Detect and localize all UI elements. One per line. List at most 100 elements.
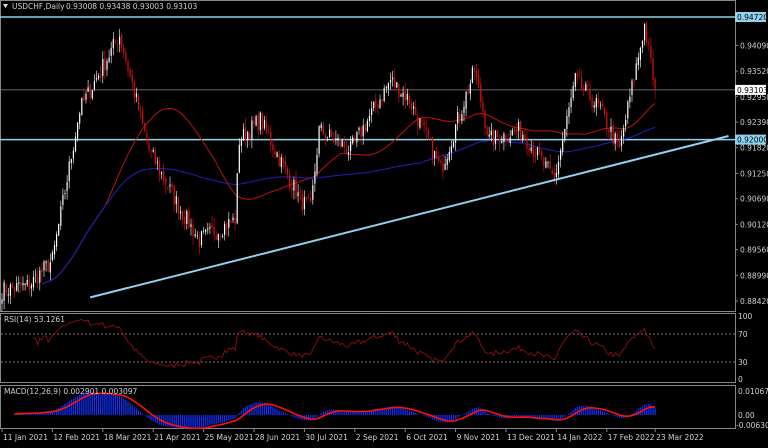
rsi-tick-0: 0 bbox=[738, 375, 743, 384]
candle-body bbox=[545, 161, 546, 167]
candle-body bbox=[46, 261, 47, 263]
candle-body bbox=[405, 91, 406, 101]
candle-body bbox=[321, 125, 322, 128]
candle-body bbox=[623, 129, 624, 137]
rsi-label: RSI(14) 53.1261 bbox=[4, 315, 65, 324]
candle-body bbox=[571, 98, 572, 107]
candle-body bbox=[579, 76, 580, 77]
candle-body bbox=[12, 284, 13, 288]
ohlc-readout: 0.93008 0.93438 0.93003 0.93103 bbox=[66, 2, 197, 11]
price-tick-label: 0.94090 bbox=[740, 41, 768, 50]
candle-body bbox=[222, 236, 223, 237]
candle-body bbox=[495, 130, 496, 143]
candle-body bbox=[589, 88, 590, 100]
candle-body bbox=[442, 163, 443, 172]
candle-body bbox=[319, 126, 320, 154]
candle-body bbox=[298, 192, 299, 196]
candle-body bbox=[54, 245, 55, 254]
candle-body bbox=[262, 113, 263, 130]
candle-body bbox=[102, 59, 103, 76]
candle-body bbox=[482, 102, 483, 112]
candle-body bbox=[60, 206, 61, 225]
candle-body bbox=[583, 88, 584, 90]
candle-body bbox=[354, 138, 355, 140]
candle-body bbox=[505, 135, 506, 140]
candle-body bbox=[134, 82, 135, 97]
candle-body bbox=[556, 173, 557, 177]
candle-body bbox=[382, 99, 383, 101]
candle-body bbox=[377, 105, 378, 108]
candle-body bbox=[568, 107, 569, 117]
candle-body bbox=[424, 122, 425, 126]
candle-body bbox=[130, 70, 131, 76]
candle-body bbox=[457, 112, 458, 123]
rsi-tick-70: 70 bbox=[738, 330, 748, 339]
candle-body bbox=[184, 217, 185, 224]
candle-body bbox=[640, 48, 641, 60]
macd-label: MACD(12,26,9) 0.002901 0.003097 bbox=[4, 387, 138, 396]
candle-body bbox=[577, 74, 578, 77]
candle-body bbox=[348, 152, 349, 154]
candle-body bbox=[100, 74, 101, 76]
candle-body bbox=[113, 39, 114, 48]
candle-body bbox=[613, 125, 614, 144]
candle-body bbox=[6, 284, 7, 293]
candle-body bbox=[220, 236, 221, 237]
candle-body bbox=[75, 137, 76, 152]
candle-body bbox=[71, 159, 72, 163]
chart-canvas[interactable]: 0.940900.935200.929500.923900.918200.912… bbox=[0, 0, 768, 444]
candle-body bbox=[316, 155, 317, 174]
candle-body bbox=[85, 94, 86, 100]
candle-body bbox=[379, 99, 380, 108]
candle-body bbox=[598, 98, 599, 103]
price-tick-label: 0.93520 bbox=[740, 67, 768, 76]
candle-body bbox=[33, 277, 34, 287]
candle-body bbox=[197, 235, 198, 236]
candle-body bbox=[350, 141, 351, 151]
candle-body bbox=[451, 146, 452, 152]
candle-body bbox=[526, 138, 527, 149]
candle-body bbox=[499, 139, 500, 144]
candle-body bbox=[186, 211, 187, 224]
rsi-tick-100: 100 bbox=[738, 312, 753, 321]
price-tick-label: 0.90690 bbox=[740, 195, 768, 204]
candle-body bbox=[272, 144, 273, 150]
candle-body bbox=[62, 195, 63, 205]
candle-body bbox=[384, 88, 385, 101]
date-tick-label: 2 Sep 2021 bbox=[356, 433, 399, 442]
candle-body bbox=[537, 148, 538, 156]
candle-body bbox=[411, 104, 412, 110]
candle-body bbox=[438, 157, 439, 161]
candle-body bbox=[497, 131, 498, 137]
candle-body bbox=[560, 150, 561, 159]
candle-body bbox=[203, 231, 204, 232]
candle-body bbox=[138, 95, 139, 110]
candle-body bbox=[237, 173, 238, 223]
candle-body bbox=[407, 94, 408, 100]
candle-body bbox=[489, 135, 490, 137]
candle-body bbox=[575, 73, 576, 87]
candle-body bbox=[218, 234, 219, 240]
candle-body bbox=[352, 137, 353, 143]
candle-body bbox=[119, 37, 120, 45]
candle-body bbox=[356, 132, 357, 142]
candle-body bbox=[153, 150, 154, 152]
date-tick-label: 30 Jul 2021 bbox=[305, 433, 348, 442]
candle-body bbox=[64, 193, 65, 194]
candle-body bbox=[592, 98, 593, 107]
candle-body bbox=[52, 252, 53, 260]
candle-body bbox=[413, 106, 414, 108]
candle-body bbox=[277, 152, 278, 156]
candle-body bbox=[151, 150, 152, 151]
level-price-label: 0.92000 bbox=[737, 136, 768, 145]
candle-body bbox=[541, 152, 542, 156]
candle-body bbox=[136, 93, 137, 97]
candle-body bbox=[520, 121, 521, 138]
candle-body bbox=[365, 124, 366, 130]
date-tick-label: 17 Feb 2022 bbox=[608, 433, 655, 442]
candle-body bbox=[230, 221, 231, 222]
candle-body bbox=[430, 138, 431, 139]
candle-body bbox=[27, 280, 28, 285]
candle-body bbox=[41, 269, 42, 272]
candle-body bbox=[415, 107, 416, 115]
